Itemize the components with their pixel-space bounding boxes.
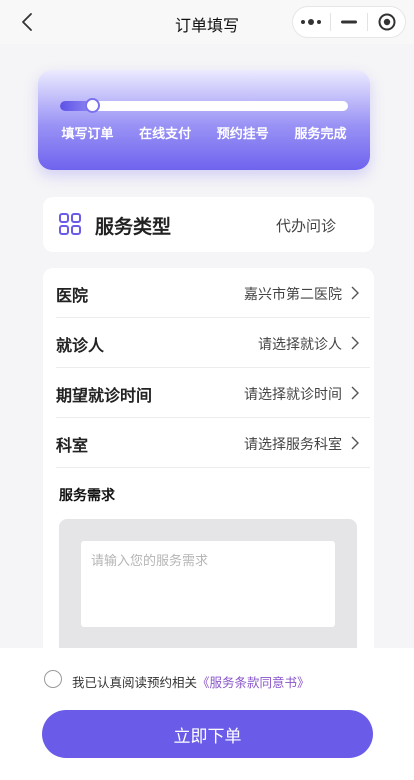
service-type-card: 服务类型 代办问诊 — [43, 197, 374, 252]
more-menu-button[interactable] — [293, 7, 330, 37]
visit-time-label: 期望就诊时间 — [56, 386, 153, 405]
step-label: 填写订单 — [61, 127, 114, 142]
step-label: 预约挂号 — [216, 127, 269, 142]
progress-track — [60, 98, 348, 113]
hospital-label: 医院 — [56, 286, 89, 305]
service-type-value: 代办问诊 — [275, 217, 336, 235]
step-label: 服务完成 — [294, 127, 347, 142]
order-progress-card: 填写订单 在线支付 预约挂号 服务完成 — [38, 70, 370, 170]
chevron-right-icon — [351, 436, 359, 450]
nav-bar: 订单填写 — [0, 0, 414, 44]
place-order-button[interactable]: 立即下单 — [42, 710, 373, 758]
agreement-statement: 我已认真阅读预约相关 — [72, 675, 198, 690]
bottom-action-bar: 我已认真阅读预约相关《服务条款同意书》 立即下单 — [0, 648, 414, 780]
department-label: 科室 — [56, 436, 89, 455]
progress-knob — [84, 98, 100, 113]
service-needs-title: 服务需求 — [59, 488, 115, 504]
chevron-right-icon — [351, 386, 359, 400]
grid-icon — [59, 213, 81, 235]
service-type-title: 服务类型 — [95, 216, 172, 238]
department-value: 请选择服务科室 — [244, 437, 342, 453]
minimize-button[interactable] — [331, 7, 368, 37]
service-needs-input[interactable] — [81, 541, 335, 627]
minimize-icon — [341, 20, 357, 24]
patient-label: 就诊人 — [56, 336, 105, 355]
mini-program-capsule — [292, 6, 406, 38]
target-close-icon — [378, 13, 396, 31]
more-dots-icon — [301, 19, 322, 25]
progress-steps: 填写订单 在线支付 预约挂号 服务完成 — [50, 123, 358, 142]
chevron-right-icon — [351, 286, 359, 300]
hospital-value: 嘉兴市第二医院 — [244, 287, 342, 303]
chevron-right-icon — [351, 336, 359, 350]
agreement-text: 我已认真阅读预约相关《服务条款同意书》 — [72, 672, 310, 691]
patient-value: 请选择就诊人 — [258, 337, 342, 353]
visit-time-value: 请选择就诊时间 — [244, 387, 342, 403]
hospital-row[interactable]: 医院 嘉兴市第二医院 — [56, 268, 370, 318]
agreement-radio[interactable] — [44, 670, 62, 688]
terms-link[interactable]: 《服务条款同意书》 — [197, 675, 310, 690]
patient-row[interactable]: 就诊人 请选择就诊人 — [56, 318, 370, 368]
close-button[interactable] — [368, 7, 405, 37]
step-label: 在线支付 — [139, 127, 192, 142]
visit-time-row[interactable]: 期望就诊时间 请选择就诊时间 — [56, 368, 370, 418]
department-row[interactable]: 科室 请选择服务科室 — [56, 418, 370, 468]
order-form-card: 医院 嘉兴市第二医院 就诊人 请选择就诊人 期望就诊时间 请选择就诊时间 科室 … — [43, 268, 374, 688]
